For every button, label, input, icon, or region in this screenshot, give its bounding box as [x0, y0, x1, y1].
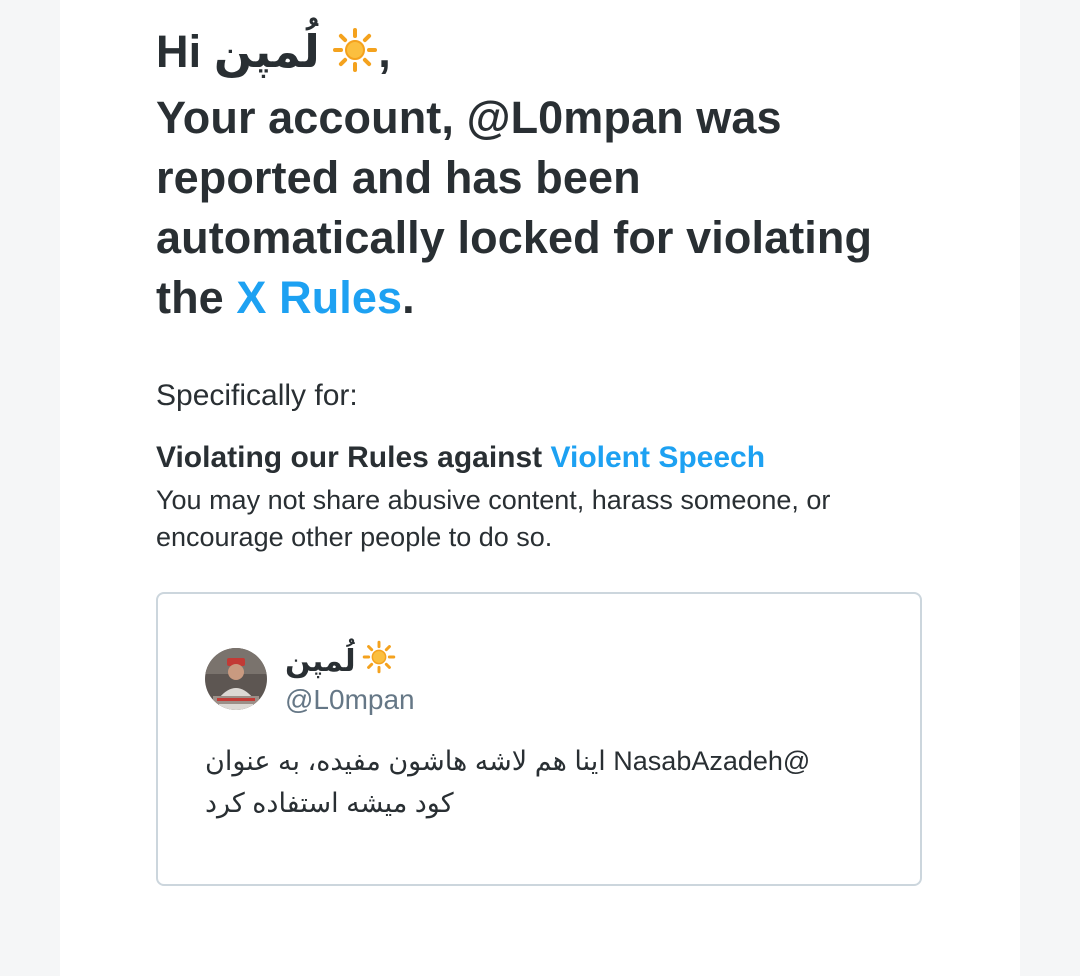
headline-line-2: reported and has been [156, 152, 641, 203]
headline-line-4-suffix: . [402, 272, 415, 323]
email-content: Hi لُمپن , Your account, @L0mpan was rep… [156, 22, 936, 556]
violation-title-prefix: Violating our Rules against [156, 441, 551, 474]
violent-speech-link[interactable]: Violent Speech [551, 441, 766, 474]
sun-icon [332, 27, 378, 88]
tweet-text: @NasabAzadeh اینا هم لاشه هاشون مفیده، ب… [205, 746, 811, 818]
tweet-header: لُمپن @L0mpan [205, 640, 415, 717]
sun-icon [362, 640, 396, 683]
greeting-comma: , [378, 26, 391, 77]
violation-title: Violating our Rules against Violent Spee… [156, 438, 936, 478]
tweet-author: لُمپن @L0mpan [285, 640, 415, 717]
headline: Hi لُمپن , Your account, @L0mpan was rep… [156, 22, 936, 328]
greeting-hi: Hi [156, 26, 202, 77]
tweet-handle[interactable]: @L0mpan [285, 683, 415, 717]
headline-line-4-prefix: the [156, 272, 237, 323]
email-body: Hi لُمپن , Your account, @L0mpan was rep… [60, 0, 1020, 976]
reported-tweet-card[interactable]: لُمپن @L0mpan @NasabAzadeh اینا هم لاشه … [156, 592, 922, 886]
avatar[interactable] [205, 647, 267, 710]
x-rules-link[interactable]: X Rules [236, 272, 402, 323]
headline-line-1: Your account, @L0mpan was [156, 92, 782, 143]
greeting-line: Hi لُمپن , [156, 22, 936, 88]
tweet-display-name[interactable]: لُمپن [285, 640, 415, 683]
greeting-name: لُمپن [213, 26, 320, 77]
violation-description: You may not share abusive content, haras… [156, 485, 831, 552]
specifically-label: Specifically for: [156, 379, 358, 412]
headline-line-4: the X Rules. [156, 268, 936, 328]
headline-line-3: automatically locked for violating [156, 212, 873, 263]
tweet-display-name-text: لُمپن [285, 644, 356, 678]
